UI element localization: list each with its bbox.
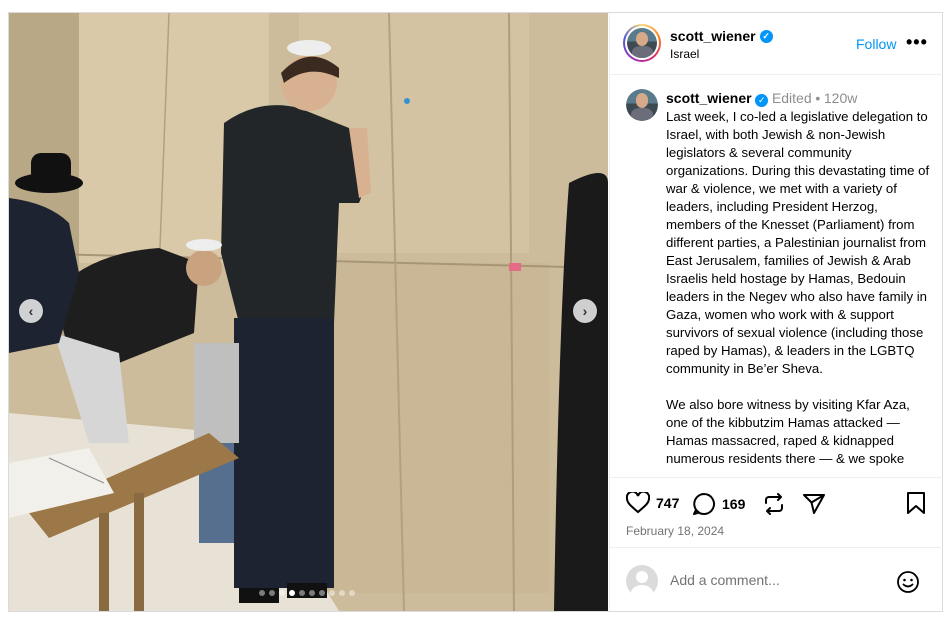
chevron-right-icon: › bbox=[582, 303, 588, 319]
chevron-left-icon: ‹ bbox=[28, 303, 34, 319]
carousel-dot bbox=[329, 590, 335, 596]
carousel-dot bbox=[289, 590, 295, 596]
carousel-dot bbox=[349, 590, 355, 596]
caption-avatar[interactable] bbox=[626, 89, 658, 121]
current-user-avatar bbox=[626, 565, 658, 597]
comment-composer bbox=[610, 547, 943, 611]
comment-input[interactable] bbox=[670, 572, 880, 588]
story-avatar[interactable] bbox=[623, 24, 661, 62]
like-count[interactable]: 747 bbox=[656, 495, 679, 511]
post-media[interactable]: ‹ › bbox=[9, 13, 608, 611]
carousel-dot bbox=[269, 590, 275, 596]
comment-count[interactable]: 169 bbox=[722, 496, 745, 512]
share-icon bbox=[803, 494, 825, 514]
action-bar: 747 169 February 18, 2024 bbox=[610, 477, 943, 547]
post-date[interactable]: February 18, 2024 bbox=[626, 524, 724, 538]
carousel-dot bbox=[309, 590, 315, 596]
share-button[interactable] bbox=[802, 492, 826, 516]
comment-button[interactable]: 169 bbox=[692, 492, 745, 516]
carousel-dot bbox=[259, 590, 265, 596]
like-button[interactable]: 747 bbox=[626, 492, 679, 514]
post-age[interactable]: 120w bbox=[824, 90, 857, 106]
verified-badge-icon: ✓ bbox=[755, 93, 769, 107]
caption: scott_wiener ✓ Edited • 120w Last week, … bbox=[666, 89, 932, 477]
repost-icon bbox=[765, 493, 783, 515]
verified-badge-icon: ✓ bbox=[759, 29, 773, 43]
caption-paragraph: Last week, I co-led a legislative delega… bbox=[666, 109, 930, 376]
username[interactable]: scott_wiener bbox=[670, 28, 756, 44]
repost-button[interactable] bbox=[762, 492, 786, 516]
comment-icon bbox=[693, 493, 715, 515]
carousel-next-button[interactable]: › bbox=[573, 299, 597, 323]
edited-label: Edited bbox=[771, 90, 812, 106]
username-link[interactable]: scott_wiener ✓ bbox=[670, 28, 773, 44]
post-dialog: ‹ › scott_wiener ✓ Israel Follow ••• sco… bbox=[8, 12, 943, 612]
more-options-icon[interactable]: ••• bbox=[906, 32, 928, 53]
location-link[interactable]: Israel bbox=[670, 47, 699, 61]
post-header: scott_wiener ✓ Israel Follow ••• bbox=[610, 13, 943, 75]
carousel-dot bbox=[339, 590, 345, 596]
save-button[interactable] bbox=[906, 492, 926, 514]
western-wall-photo bbox=[9, 13, 608, 611]
carousel-prev-button[interactable]: ‹ bbox=[19, 299, 43, 323]
carousel-indicator bbox=[259, 590, 355, 596]
carousel-dot bbox=[279, 590, 285, 596]
avatar bbox=[627, 28, 657, 58]
bookmark-icon bbox=[907, 492, 925, 514]
follow-button[interactable]: Follow bbox=[856, 36, 896, 52]
heart-icon bbox=[626, 492, 650, 514]
caption-paragraph: We also bore witness by visiting Kfar Az… bbox=[666, 397, 910, 466]
meta-separator: • bbox=[815, 90, 821, 106]
carousel-dot bbox=[299, 590, 305, 596]
caption-scroll[interactable]: scott_wiener ✓ Edited • 120w Last week, … bbox=[610, 75, 943, 477]
carousel-dot bbox=[319, 590, 325, 596]
caption-username[interactable]: scott_wiener bbox=[666, 90, 752, 106]
emoji-icon[interactable] bbox=[896, 570, 920, 594]
post-side-panel: scott_wiener ✓ Israel Follow ••• scott_w… bbox=[609, 13, 943, 611]
